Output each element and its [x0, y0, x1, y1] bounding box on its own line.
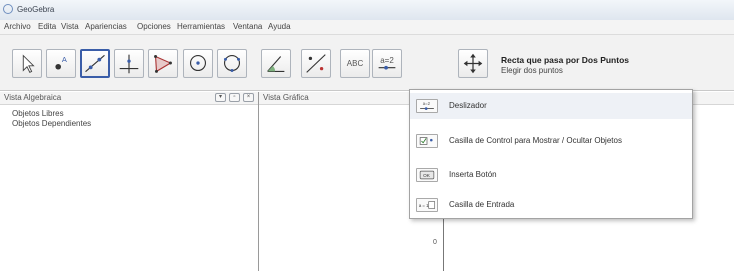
perpendicular-line-icon [119, 54, 139, 74]
menu-vista[interactable]: Vista [61, 22, 79, 31]
algebra-view-title: Vista Algebraica [4, 93, 62, 102]
tool-group-dropdown: a=2 Deslizador Casilla de Control para M… [409, 89, 693, 219]
undock-icon[interactable]: ▫ [229, 93, 240, 102]
slider-icon [378, 65, 396, 70]
axis-origin-label: 0 [433, 239, 437, 246]
line-tool-button[interactable] [80, 49, 110, 78]
menu-herramientas[interactable]: Herramientas [177, 22, 225, 31]
title-bar: GeoGebra [0, 0, 734, 21]
view-divider[interactable] [258, 92, 259, 271]
menu-ventana[interactable]: Ventana [233, 22, 262, 31]
angle-icon [267, 56, 285, 72]
tree-item-free-objects[interactable]: Objetos Libres [12, 109, 64, 118]
geogebra-logo-icon [3, 4, 13, 14]
perpendicular-tool-button[interactable] [114, 49, 144, 78]
window-title: GeoGebra [17, 5, 55, 14]
dropdown-item-slider[interactable]: a=2 Deslizador [410, 93, 692, 119]
point-tool-button[interactable]: A [46, 49, 76, 78]
move-tool-button[interactable] [12, 49, 42, 78]
button-icon: OK [416, 168, 438, 182]
svg-text:OK: OK [423, 173, 431, 178]
slider-tool-button[interactable]: a=2 [372, 49, 402, 78]
active-tool-name: Recta que pasa por Dos Puntos [501, 55, 629, 65]
text-tool-button[interactable]: ABC [340, 49, 370, 78]
polygon-tool-button[interactable] [148, 49, 178, 78]
reflect-about-line-icon [306, 54, 326, 73]
input-box-icon: a = 1 [416, 198, 438, 212]
move-graphics-view-button[interactable] [458, 49, 488, 78]
dropdown-item-checkbox[interactable]: Casilla de Control para Mostrar / Oculta… [410, 128, 692, 154]
dropdown-item-button[interactable]: OK Inserta Botón [410, 162, 692, 188]
toolbar: A ABC a=2 Recta que pasa por Dos Puntos … [0, 35, 734, 91]
menu-bar: Archivo Edita Vista Apariencias Opciones… [0, 20, 734, 35]
reflect-tool-button[interactable] [301, 49, 331, 78]
dropdown-item-label: Casilla de Entrada [449, 200, 515, 209]
pointer-arrow-icon [22, 54, 35, 73]
polygon-icon [154, 55, 172, 73]
move-arrows-icon [463, 53, 483, 74]
menu-archivo[interactable]: Archivo [4, 22, 31, 31]
svg-text:A: A [62, 55, 67, 64]
close-panel-icon[interactable]: × [243, 93, 254, 102]
menu-edita[interactable]: Edita [38, 22, 56, 31]
dropdown-item-label: Casilla de Control para Mostrar / Oculta… [449, 136, 622, 145]
dropdown-item-label: Deslizador [449, 101, 487, 110]
menu-apariencias[interactable]: Apariencias [85, 22, 127, 31]
menu-ayuda[interactable]: Ayuda [268, 22, 291, 31]
dropdown-item-input-box[interactable]: a = 1 Casilla de Entrada [410, 192, 692, 218]
dropdown-item-label: Inserta Botón [449, 170, 497, 179]
panel-menu-icon[interactable]: ▾ [215, 93, 226, 102]
circle-three-points-icon [223, 55, 241, 72]
svg-text:a=2: a=2 [423, 101, 431, 106]
line-through-two-points-icon [85, 54, 105, 73]
tree-item-dependent-objects[interactable]: Objetos Dependientes [12, 119, 91, 128]
new-point-icon: A [55, 55, 67, 70]
circle-tool-button[interactable] [183, 49, 213, 78]
angle-tool-button[interactable] [261, 49, 291, 78]
algebra-view-controls: ▾ ▫ × [215, 93, 256, 102]
circle-center-point-icon [189, 55, 207, 72]
svg-text:a = 1: a = 1 [419, 203, 429, 208]
text-tool-label: ABC [346, 59, 364, 68]
active-tool-hint: Elegir dos puntos [501, 66, 563, 75]
slider-icon: a=2 [416, 99, 438, 113]
checkbox-icon [416, 134, 438, 148]
menu-opciones[interactable]: Opciones [137, 22, 171, 31]
graphics-view-title: Vista Gráfica [263, 93, 309, 102]
conic-tool-button[interactable] [217, 49, 247, 78]
